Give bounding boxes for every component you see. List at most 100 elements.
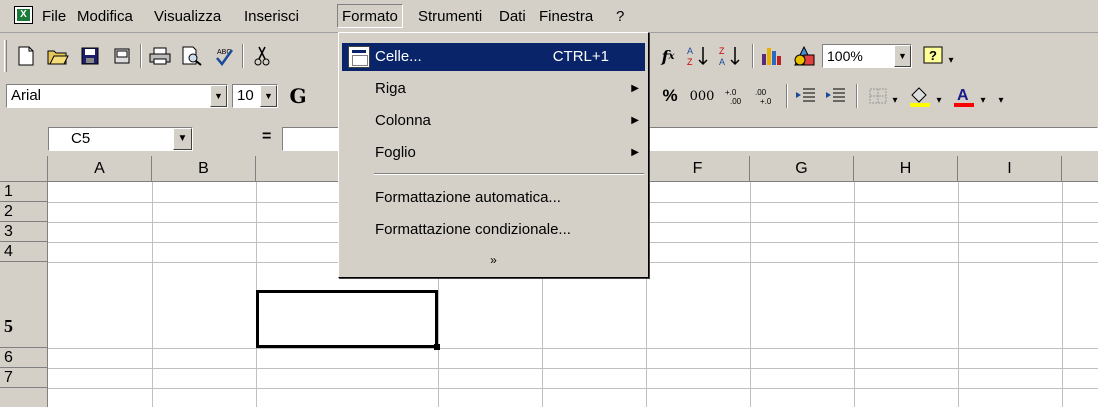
- increase-indent-icon[interactable]: [822, 82, 850, 110]
- row-header-8[interactable]: [0, 388, 48, 407]
- bold-button[interactable]: G: [284, 82, 312, 110]
- font-name-value: Arial: [11, 87, 42, 104]
- font-size-value: 10: [237, 87, 254, 104]
- thousands-separator-button[interactable]: 000: [684, 82, 720, 110]
- drawing-icon[interactable]: [790, 42, 818, 70]
- row-header-3[interactable]: 3: [0, 222, 48, 242]
- column-header-i[interactable]: I: [958, 156, 1062, 182]
- cut-icon[interactable]: [248, 42, 276, 70]
- spelling-icon[interactable]: ABC: [210, 42, 238, 70]
- open-folder-icon[interactable]: [44, 42, 72, 70]
- svg-text:?: ?: [929, 48, 937, 63]
- chevron-down-icon[interactable]: ▼: [260, 85, 277, 107]
- chart-wizard-icon[interactable]: [758, 42, 786, 70]
- menu-item-celle[interactable]: Celle... CTRL+1: [342, 43, 645, 71]
- toolbar-separator: [786, 84, 788, 108]
- menu-inserisci[interactable]: Inserisci: [240, 5, 303, 29]
- expand-menu-icon[interactable]: »: [339, 253, 648, 267]
- increase-decimal-icon[interactable]: +.0.00: [722, 82, 750, 110]
- menu-bar: X File Modifica Visualizza Inserisci For…: [0, 0, 1098, 33]
- row-header-1[interactable]: 1: [0, 182, 48, 202]
- menu-item-formattazione-automatica[interactable]: Formattazione automatica...: [342, 184, 645, 212]
- menu-item-riga[interactable]: Riga ▶: [342, 75, 645, 103]
- print-icon[interactable]: [146, 42, 174, 70]
- row-header-2[interactable]: 2: [0, 202, 48, 222]
- row-header-5[interactable]: 5: [0, 262, 48, 348]
- gridline: [958, 182, 959, 407]
- font-name-select[interactable]: Arial ▼: [6, 84, 228, 108]
- chevron-down-icon[interactable]: ▼: [894, 45, 911, 67]
- gridline: [1062, 182, 1063, 407]
- name-box[interactable]: C5 ▼: [48, 127, 193, 151]
- toolbar-separator: [752, 44, 754, 68]
- chevron-down-icon[interactable]: ▼: [210, 85, 227, 107]
- menu-item-foglio[interactable]: Foglio ▶: [342, 139, 645, 167]
- format-menu-dropdown: Celle... CTRL+1 Riga ▶ Colonna ▶ Foglio …: [338, 32, 649, 278]
- gridline: [48, 388, 1098, 389]
- menu-visualizza[interactable]: Visualizza: [150, 5, 225, 29]
- menu-modifica[interactable]: Modifica: [73, 5, 137, 29]
- submenu-arrow-icon: ▶: [631, 115, 639, 126]
- svg-text:+.0: +.0: [725, 88, 737, 97]
- svg-text:A: A: [719, 57, 725, 67]
- column-header-h[interactable]: H: [854, 156, 958, 182]
- sort-descending-icon[interactable]: ZA: [716, 42, 744, 70]
- row-header-4[interactable]: 4: [0, 242, 48, 262]
- svg-text:Z: Z: [687, 57, 693, 67]
- menu-help[interactable]: ?: [612, 5, 628, 29]
- decrease-decimal-icon[interactable]: .00 +.0: [752, 82, 780, 110]
- save-icon[interactable]: [76, 42, 104, 70]
- menu-file[interactable]: File: [38, 5, 70, 29]
- column-header-j[interactable]: [1062, 156, 1098, 182]
- excel-app-icon[interactable]: X: [14, 6, 33, 24]
- print-preview-icon[interactable]: [178, 42, 206, 70]
- menu-formato[interactable]: Formato: [337, 4, 403, 28]
- fill-color-icon[interactable]: [906, 82, 934, 110]
- font-size-select[interactable]: 10 ▼: [232, 84, 278, 108]
- menu-dati[interactable]: Dati: [495, 5, 530, 29]
- percent-style-button[interactable]: %: [656, 82, 684, 110]
- fill-handle[interactable]: [434, 344, 440, 350]
- active-cell-c5[interactable]: [256, 290, 438, 348]
- menu-strumenti[interactable]: Strumenti: [414, 5, 486, 29]
- submenu-arrow-icon: ▶: [631, 83, 639, 94]
- svg-text:+.0: +.0: [760, 97, 772, 106]
- font-color-dropdown[interactable]: ▾: [976, 86, 990, 114]
- svg-text:.00: .00: [730, 97, 742, 106]
- format-cells-icon: [348, 46, 370, 68]
- row-header-7[interactable]: 7: [0, 368, 48, 388]
- toolbar-grip[interactable]: [4, 40, 7, 72]
- function-icon[interactable]: fx: [654, 42, 682, 70]
- menu-item-formattazione-condizionale[interactable]: Formattazione condizionale...: [342, 216, 645, 244]
- sort-ascending-icon[interactable]: AZ: [684, 42, 712, 70]
- toolbar-options-icon[interactable]: ▾: [994, 86, 1008, 114]
- shortcut-label: CTRL+1: [552, 48, 609, 65]
- borders-dropdown[interactable]: ▾: [888, 86, 902, 114]
- select-all-corner[interactable]: [0, 156, 48, 182]
- gridline: [854, 182, 855, 407]
- menu-item-colonna[interactable]: Colonna ▶: [342, 107, 645, 135]
- column-header-g[interactable]: G: [750, 156, 854, 182]
- submenu-arrow-icon: ▶: [631, 147, 639, 158]
- toolbar-options-icon[interactable]: ▾: [944, 46, 958, 74]
- column-header-f[interactable]: F: [646, 156, 750, 182]
- decrease-indent-icon[interactable]: [792, 82, 820, 110]
- equals-sign[interactable]: =: [262, 128, 271, 146]
- zoom-value: 100%: [827, 48, 863, 64]
- column-header-b[interactable]: B: [152, 156, 256, 182]
- svg-text:Z: Z: [719, 46, 725, 56]
- toolbar-separator: [140, 44, 142, 68]
- gridline: [48, 348, 1098, 349]
- fill-color-dropdown[interactable]: ▾: [932, 86, 946, 114]
- font-color-icon[interactable]: A: [950, 82, 978, 110]
- new-document-icon[interactable]: [12, 42, 40, 70]
- gridline: [48, 368, 1098, 369]
- chevron-down-icon[interactable]: ▼: [173, 128, 192, 150]
- column-header-a[interactable]: A: [48, 156, 152, 182]
- gridline: [152, 182, 153, 407]
- toolbar-separator: [856, 84, 858, 108]
- menu-finestra[interactable]: Finestra: [535, 5, 597, 29]
- row-header-6[interactable]: 6: [0, 348, 48, 368]
- zoom-select[interactable]: 100% ▼: [822, 44, 912, 68]
- email-icon[interactable]: [108, 42, 136, 70]
